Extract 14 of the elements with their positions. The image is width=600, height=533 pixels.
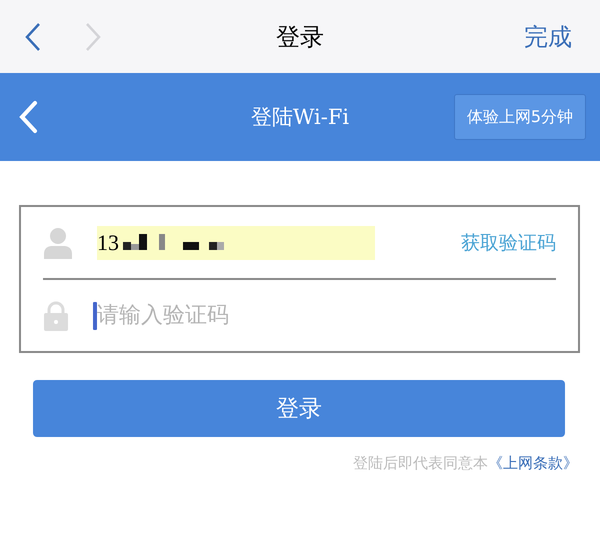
back-button[interactable]: [24, 22, 42, 52]
header-title: 登陆Wi-Fi: [250, 105, 350, 129]
person-icon: [43, 226, 73, 258]
back-button[interactable]: [18, 100, 38, 134]
done-button[interactable]: 完成: [524, 20, 572, 52]
trial-button[interactable]: 体验上网5分钟: [454, 94, 586, 140]
get-code-button[interactable]: 获取验证码: [461, 230, 556, 256]
phone-field[interactable]: 13: [97, 226, 375, 260]
terms-link[interactable]: 《上网条款》: [488, 454, 578, 472]
page-title: 登录: [276, 22, 324, 50]
code-field[interactable]: 请输入验证码: [97, 303, 297, 328]
lock-icon: [43, 300, 69, 330]
login-button[interactable]: 登录: [33, 380, 565, 437]
agreement-text: 登陆后即代表同意本《上网条款》: [352, 454, 578, 473]
